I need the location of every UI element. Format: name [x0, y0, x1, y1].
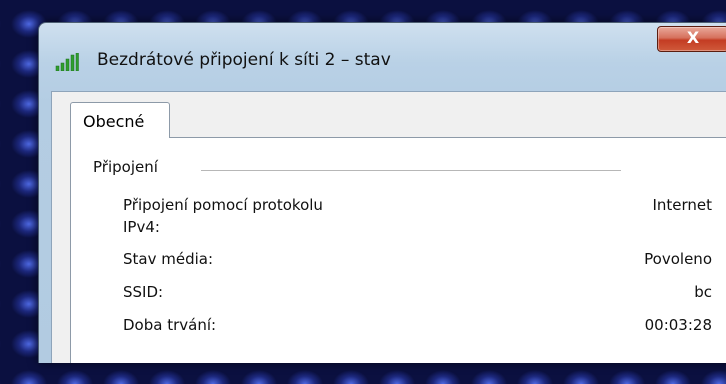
connection-group-title: Připojení [93, 158, 158, 176]
tab-panel-general: Připojení Připojení pomocí protokolu IPv… [70, 137, 726, 363]
ipv4-connectivity-value: Internet [652, 196, 712, 214]
status-dialog: Bezdrátové připojení k síti 2 – stav X O… [38, 22, 726, 363]
tab-strip: Obecné [64, 102, 726, 138]
window-title: Bezdrátové připojení k síti 2 – stav [97, 50, 391, 70]
media-state-label: Stav média: [123, 250, 214, 268]
ssid-value: bc [694, 283, 712, 301]
tab-general[interactable]: Obecné [70, 102, 170, 138]
media-state-value: Povoleno [644, 250, 712, 268]
tab-general-label: Obecné [83, 112, 145, 131]
dialog-client-area: Obecné Připojení Připojení pomocí protok… [51, 91, 726, 363]
title-bar[interactable]: Bezdrátové připojení k síti 2 – stav X [39, 23, 726, 91]
ipv4-connectivity-label: Připojení pomocí protokolu IPv4: [123, 196, 323, 236]
duration-value: 00:03:28 [644, 316, 712, 334]
ssid-label: SSID: [123, 283, 164, 301]
group-divider [201, 170, 621, 171]
wireless-signal-icon [55, 53, 79, 71]
close-button[interactable]: X [657, 26, 726, 52]
duration-label: Doba trvání: [123, 316, 217, 334]
